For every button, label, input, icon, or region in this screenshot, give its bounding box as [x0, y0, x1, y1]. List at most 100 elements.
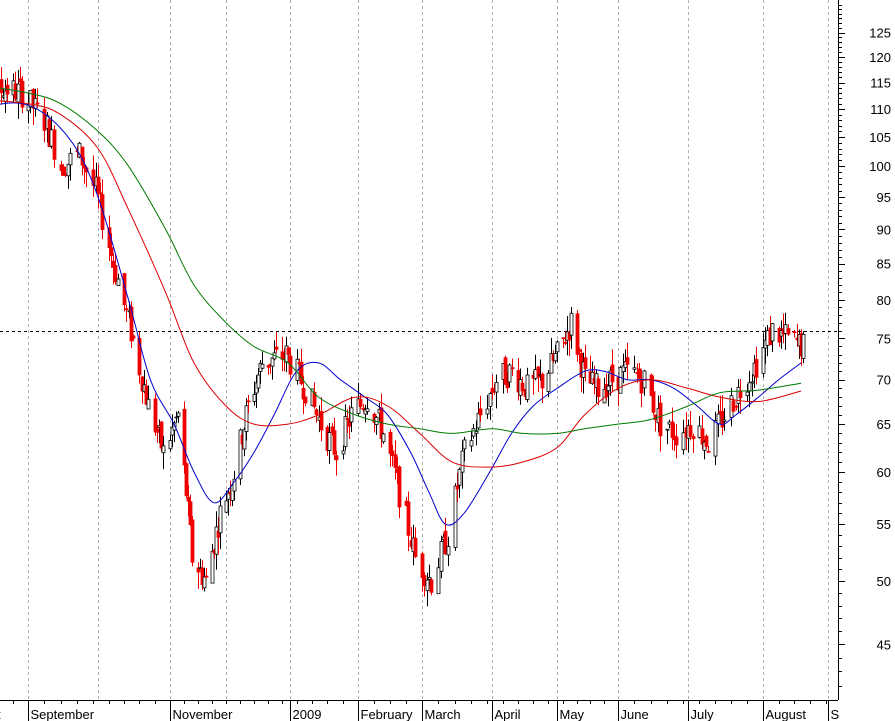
stock-chart: 45 50 55 60 65 70 75 80 85 90 95 100 105 110 115 120 125…	[0, 0, 891, 721]
candle-body	[525, 374, 530, 400]
candle-body	[131, 335, 136, 339]
y-tick-label: 80	[877, 293, 891, 308]
candle-body	[341, 450, 346, 455]
x-tick-label: 2009	[293, 707, 322, 721]
candle-body	[66, 163, 71, 177]
candle-body	[783, 324, 788, 334]
candle-body	[303, 396, 308, 404]
x-tick-label: June	[621, 707, 649, 721]
candle-body	[488, 393, 493, 407]
candle-body	[332, 430, 337, 455]
candle-body	[168, 440, 173, 450]
candle-body	[540, 373, 545, 389]
candle-body	[713, 419, 718, 457]
candle-body	[49, 129, 54, 147]
x-tick-label: May	[560, 707, 585, 721]
x-tick-label: July	[691, 707, 715, 721]
candle-body	[182, 408, 187, 466]
y-tick-label: 50	[877, 574, 891, 589]
candle-body	[190, 519, 195, 563]
candle-body	[688, 425, 693, 437]
candle-body	[681, 432, 686, 451]
x-tick-label: September	[31, 707, 95, 721]
candle-body	[260, 363, 265, 369]
candle-body	[469, 440, 474, 447]
candle-body	[625, 357, 630, 365]
candle-body	[697, 425, 702, 438]
candle-body	[436, 567, 441, 595]
candle-body	[113, 264, 118, 283]
candles	[0, 66, 806, 607]
y-tick-label: 75	[877, 331, 891, 346]
candle-body	[575, 313, 580, 355]
candle-body	[210, 551, 215, 584]
candle-body	[381, 433, 386, 443]
candle-body	[747, 382, 752, 392]
candle-body	[13, 83, 18, 100]
candle-body	[457, 468, 462, 486]
candle-body	[425, 579, 430, 592]
candle-body	[462, 439, 467, 450]
candle-body	[124, 308, 129, 311]
candle-body	[439, 541, 444, 572]
x-tick-label: August	[766, 707, 807, 721]
candle-body	[388, 431, 393, 454]
candle-body	[507, 364, 512, 383]
candle-body	[674, 436, 679, 446]
candle-body	[485, 408, 490, 415]
candle-body	[546, 372, 551, 392]
y-tick-label: 115	[870, 76, 891, 91]
moving-average-line-1	[0, 102, 802, 526]
candle-body	[750, 381, 755, 384]
candle-body	[274, 346, 279, 350]
candle-body	[553, 353, 558, 362]
candle-body	[174, 416, 179, 419]
candle-body	[722, 419, 727, 422]
candle-body	[569, 312, 574, 336]
moving-average-line-3	[0, 87, 802, 435]
moving-averages	[0, 87, 802, 526]
candle-body	[224, 500, 229, 513]
candle-body	[583, 357, 588, 369]
y-tick-label: 85	[877, 257, 891, 272]
x-tick-label: April	[495, 707, 521, 721]
y-tick-label: 60	[877, 465, 891, 480]
candle-body	[520, 382, 525, 392]
candle-body	[186, 496, 191, 502]
candle-body	[563, 341, 568, 344]
y-tick-label: 100	[869, 159, 891, 174]
candle-body	[406, 501, 411, 536]
candle-body	[429, 579, 434, 593]
candle-body	[691, 436, 696, 440]
y-tick-label: 95	[877, 190, 891, 205]
candle-body	[734, 405, 739, 408]
candle-body	[606, 385, 611, 392]
candle-body	[68, 152, 73, 166]
month-grid	[28, 0, 829, 700]
candle-body	[618, 367, 623, 394]
candle-body	[96, 176, 101, 194]
candle-body	[476, 412, 481, 429]
candle-body	[754, 358, 759, 378]
candle-body	[651, 391, 656, 413]
candle-body	[474, 431, 479, 434]
candle-body	[256, 374, 261, 389]
y-tick-label: 65	[877, 417, 891, 432]
candle-body	[393, 454, 398, 468]
candle-body	[42, 108, 47, 131]
y-tick-label: 70	[877, 373, 891, 388]
candle-body	[786, 328, 791, 335]
candle-body	[390, 450, 395, 456]
candle-body	[176, 412, 181, 417]
candle-body	[765, 330, 770, 346]
candle-body	[770, 323, 775, 342]
candle-body	[446, 546, 451, 556]
candle-body	[561, 337, 566, 340]
candle-body	[202, 576, 207, 589]
candle-body	[161, 445, 166, 454]
x-tick-label: March	[425, 707, 461, 721]
candle-body	[706, 450, 711, 453]
candle-body	[16, 83, 21, 103]
candle-body	[35, 102, 40, 105]
y-axis: 45 50 55 60 65 70 75 80 85 90 95 100 105 110 115 120 125	[838, 0, 891, 700]
